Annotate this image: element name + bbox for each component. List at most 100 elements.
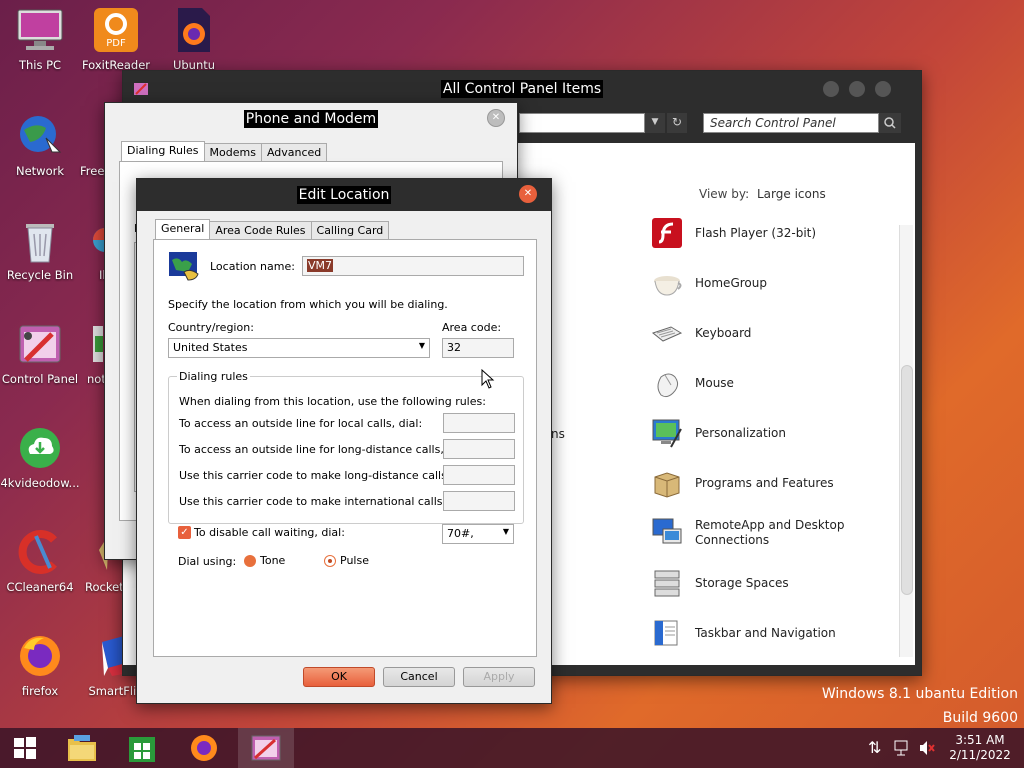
close-button[interactable] [875, 81, 891, 97]
rule-local-input[interactable] [443, 413, 515, 433]
location-name-value: VM7 [307, 259, 334, 272]
vertical-scrollbar[interactable] [899, 225, 913, 657]
storage-icon [654, 570, 680, 597]
taskbar-store[interactable] [114, 728, 170, 768]
cp-item-taskbar-navigation[interactable]: Taskbar and Navigation [651, 613, 836, 653]
apply-button[interactable]: Apply [463, 667, 535, 687]
chevron-down-icon: ▼ [418, 341, 425, 350]
clock-date: 2/11/2022 [949, 748, 1011, 762]
tab-calling-card[interactable]: Calling Card [310, 221, 390, 241]
homegroup-icon [654, 276, 682, 296]
svg-text:PDF: PDF [106, 38, 126, 49]
desktop-icon-recycle-bin[interactable]: Recycle Bin [0, 216, 80, 282]
taskbar-file-explorer[interactable] [54, 728, 110, 768]
taskbar-firefox[interactable] [176, 728, 232, 768]
desktop-icon-label: Recycle Bin [6, 268, 74, 282]
desktop-icon-control-panel[interactable]: Control Panel [0, 320, 80, 386]
cp-item-label: Keyboard [695, 326, 752, 340]
cp-item-remoteapp[interactable]: RemoteApp and Desktop Connections [651, 513, 844, 553]
pulse-radio[interactable] [324, 555, 336, 567]
call-waiting-checkbox[interactable]: ✓ [178, 526, 191, 539]
address-bar[interactable] [519, 113, 645, 133]
view-by-dropdown[interactable]: Large icons [757, 187, 826, 201]
address-dropdown-button[interactable]: ▼ [645, 113, 665, 133]
chevron-down-icon: ▼ [502, 527, 509, 536]
rule-long-input[interactable] [443, 439, 515, 459]
close-button[interactable]: ✕ [487, 109, 505, 127]
desktop-icon-free[interactable]: Free [66, 112, 106, 178]
scrollbar-thumb[interactable] [901, 365, 913, 595]
location-icon [169, 252, 199, 281]
cp-item-homegroup[interactable]: HomeGroup [651, 263, 767, 303]
location-name-input[interactable]: VM7 [302, 256, 524, 276]
country-select[interactable]: United States ▼ [168, 338, 430, 358]
desktop-icon-ubuntu[interactable]: Ubuntu [154, 6, 234, 72]
area-code-input[interactable]: 32 [442, 338, 514, 358]
cp-item-label: RemoteApp and Desktop Connections [695, 518, 845, 547]
tab-advanced[interactable]: Advanced [260, 143, 328, 163]
firefox-file-icon [170, 6, 218, 54]
desktop-icon-label: 4kvideodow... [0, 476, 80, 490]
programs-icon [654, 472, 680, 498]
search-input[interactable]: Search Control Panel [703, 113, 879, 133]
cp-item-label: HomeGroup [695, 276, 767, 290]
cp-item-flash-player[interactable]: Flash Player (32-bit) [651, 213, 816, 253]
windows-edition-watermark: Windows 8.1 ubantu Edition [821, 686, 1018, 702]
partial-item-text: ns [551, 427, 565, 441]
desktop-icon-label: Free [80, 164, 105, 178]
tone-radio[interactable] [244, 555, 256, 567]
start-button[interactable] [0, 728, 50, 768]
cancel-button[interactable]: Cancel [383, 667, 455, 687]
taskbar: ⇅ 3:51 AM 2/11/2022 [0, 728, 1024, 768]
desktop-icon-4kvideodownloader[interactable]: 4kvideodow... [0, 424, 80, 490]
cp-item-storage-spaces[interactable]: Storage Spaces [651, 563, 789, 603]
pdf-icon: PDF [92, 6, 140, 54]
clock[interactable]: 3:51 AM 2/11/2022 [944, 733, 1016, 763]
rule-carrier-intl-input[interactable] [443, 491, 515, 511]
cp-item-programs-features[interactable]: Programs and Features [651, 463, 834, 503]
firefox-icon [191, 735, 217, 761]
taskbar-icon [654, 620, 678, 646]
computer-icon [16, 6, 64, 54]
cp-item-mouse[interactable]: Mouse [651, 363, 734, 403]
specify-location-text: Specify the location from which you will… [168, 298, 448, 311]
ok-button[interactable]: OK [303, 667, 375, 687]
edit-location-dialog[interactable]: Edit Location ✕ General Area Code Rules … [136, 178, 552, 704]
tab-general[interactable]: General [155, 219, 211, 239]
volume-muted-icon[interactable] [918, 739, 936, 757]
country-label: Country/region: [168, 321, 254, 334]
desktop-icon-ccleaner[interactable]: CCleaner64 [0, 528, 80, 594]
download-icon [16, 424, 64, 472]
search-button[interactable] [879, 113, 901, 133]
rule-carrier-long-input[interactable] [443, 465, 515, 485]
network-tray-icon[interactable]: ⇅ [868, 738, 881, 757]
country-value: United States [173, 341, 248, 354]
remoteapp-icon [652, 518, 682, 544]
desktop-icon-firefox[interactable]: firefox [0, 632, 80, 698]
rule-carrier-intl-label: Use this carrier code to make internatio… [179, 495, 447, 508]
desktop-icon-foxitreader[interactable]: PDF FoxitReader [76, 6, 156, 72]
window-title: Edit Location [296, 186, 392, 204]
taskbar-control-panel[interactable] [238, 728, 294, 768]
control-panel-icon [251, 735, 281, 761]
desktop-icon-label: firefox [21, 684, 59, 698]
tab-modems[interactable]: Modems [203, 143, 262, 163]
action-center-flag-icon[interactable] [893, 739, 911, 757]
tab-area-code-rules[interactable]: Area Code Rules [209, 221, 312, 241]
minimize-button[interactable] [823, 81, 839, 97]
desktop-icon-label: Rocket [85, 580, 122, 594]
call-waiting-label: To disable call waiting, dial: [194, 526, 345, 539]
window-title: All Control Panel Items [440, 80, 604, 98]
cp-item-keyboard[interactable]: Keyboard [651, 313, 751, 353]
tab-dialing-rules[interactable]: Dialing Rules [121, 141, 205, 161]
cp-item-personalization[interactable]: Personalization [651, 413, 786, 453]
call-waiting-select[interactable]: 70#, ▼ [442, 524, 514, 544]
window-title: Phone and Modem [243, 110, 379, 128]
maximize-button[interactable] [849, 81, 865, 97]
refresh-button[interactable]: ↻ [667, 113, 687, 133]
search-icon [884, 117, 896, 129]
desktop-icon-this-pc[interactable]: This PC [0, 6, 80, 72]
close-button[interactable]: ✕ [519, 185, 537, 203]
desktop-icon-label: This PC [18, 58, 62, 72]
cp-item-label: Flash Player (32-bit) [695, 226, 817, 240]
